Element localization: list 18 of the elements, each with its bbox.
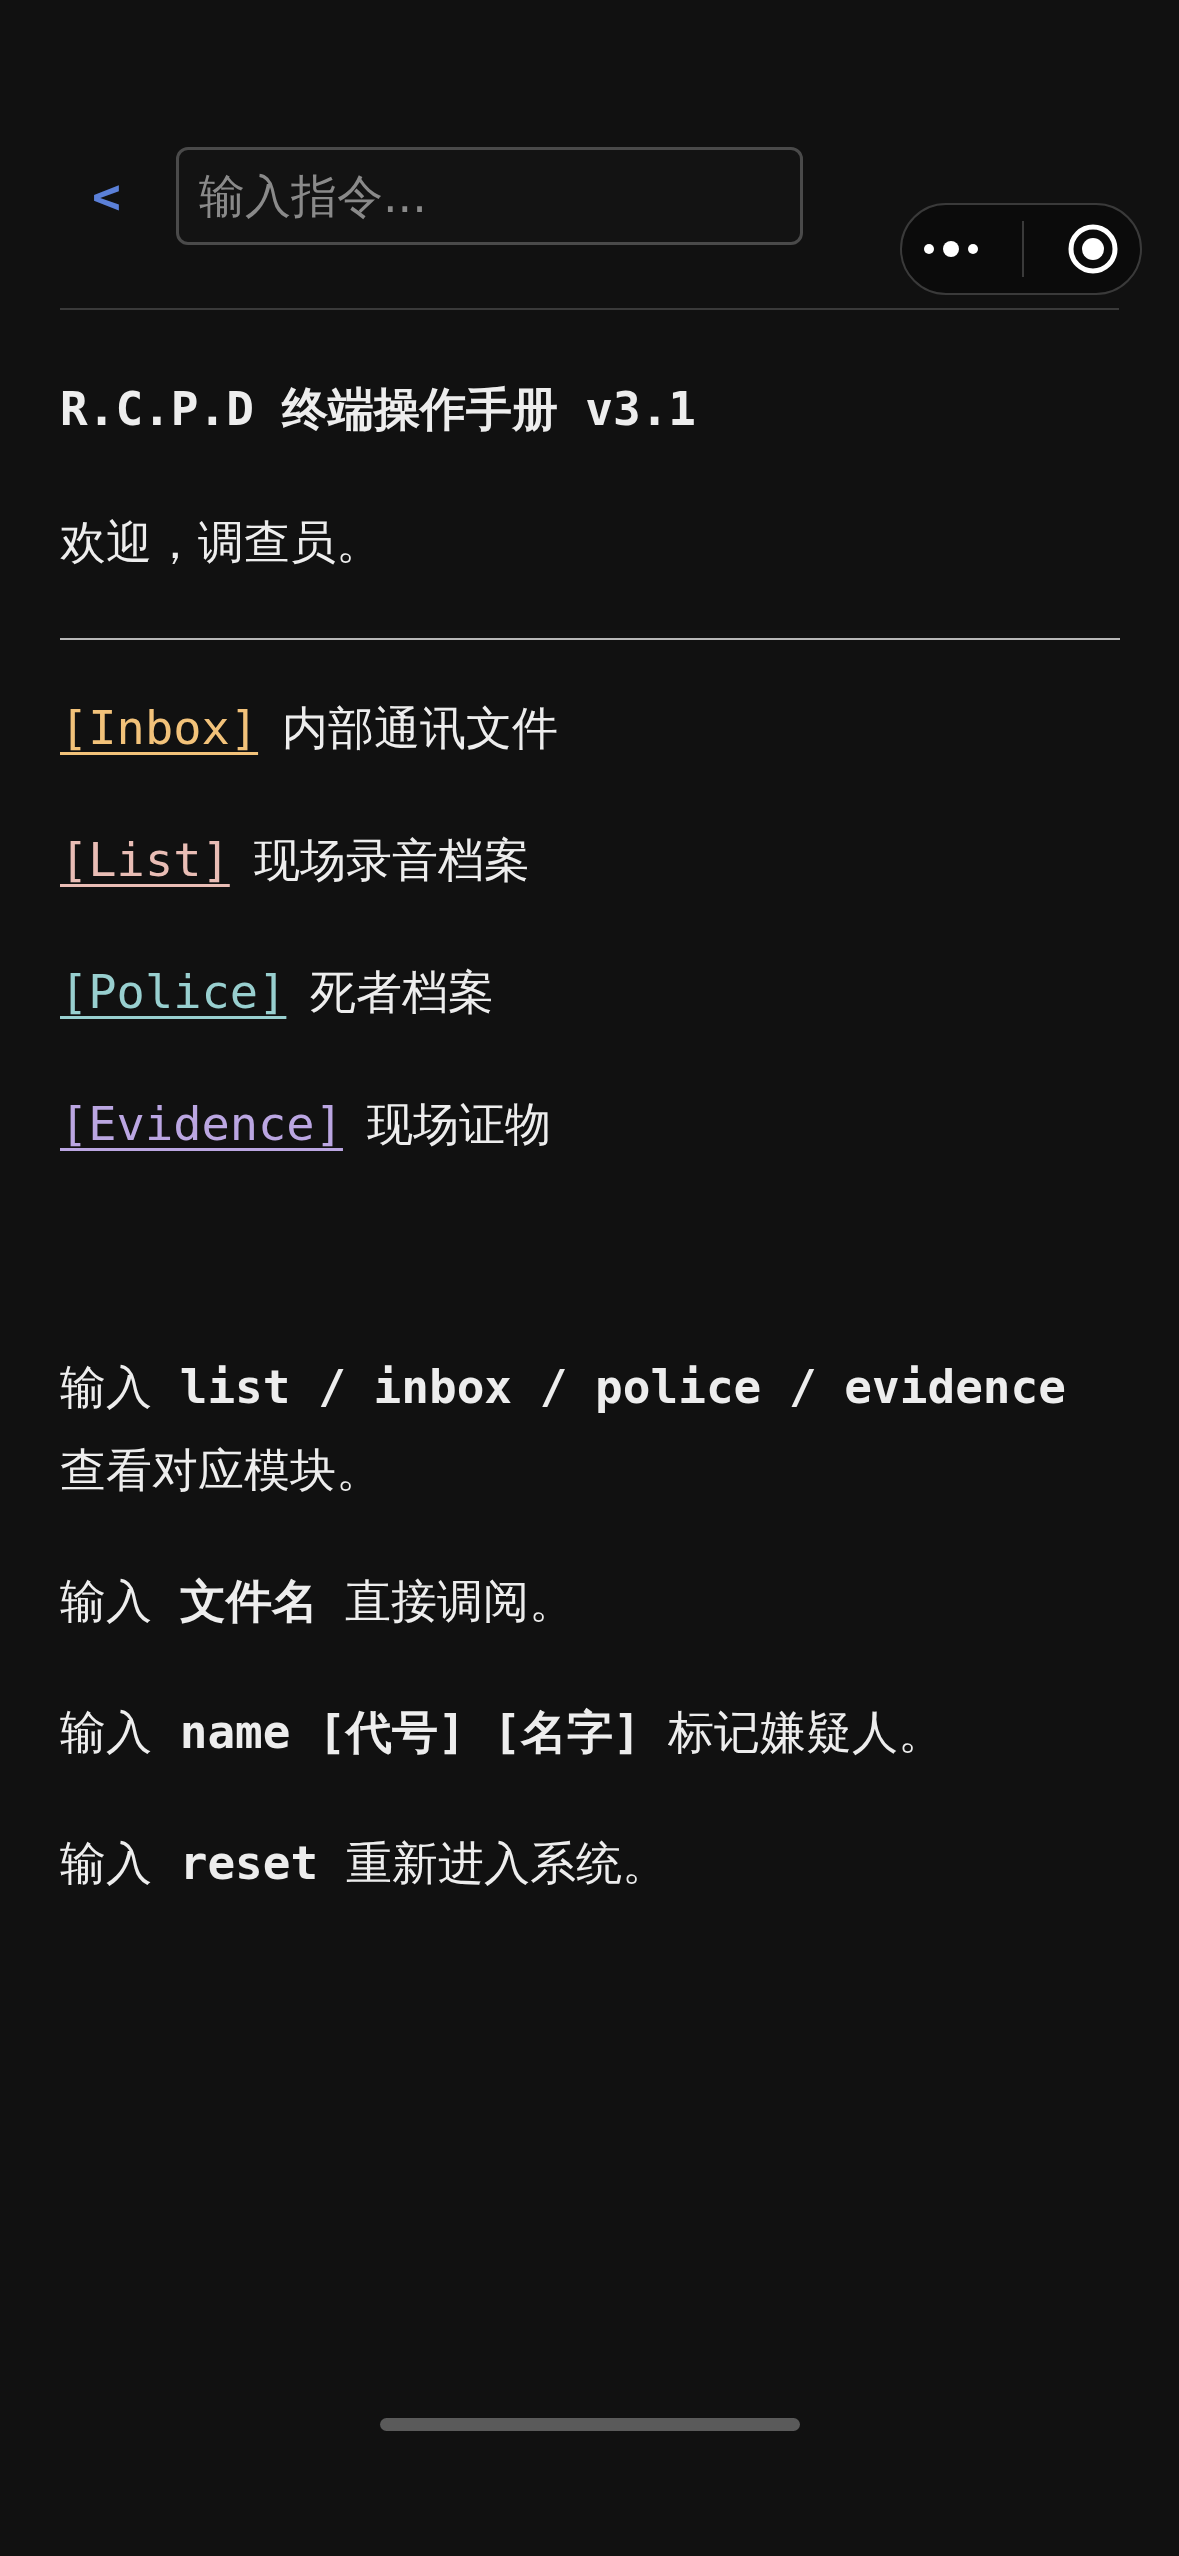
module-link[interactable]: [Inbox] xyxy=(60,696,259,760)
module-link[interactable]: [List] xyxy=(60,828,230,892)
instruction-text: 输入 list / inbox / police / evidence 查看对应模块。 xyxy=(60,1359,1067,1499)
manual-title: R.C.P.D 终端操作手册 v3.1 xyxy=(60,381,698,438)
module-link[interactable]: [Police] xyxy=(60,960,287,1024)
instruction-text: 输入 reset 重新进入系统。 xyxy=(60,1835,669,1892)
module-description: 现场录音档案 xyxy=(253,832,530,889)
greeting-text: 欢迎，调查员。 xyxy=(60,514,383,571)
module-description: 死者档案 xyxy=(310,964,495,1021)
module-description: 内部通讯文件 xyxy=(282,700,559,757)
module-description: 现场证物 xyxy=(366,1096,551,1153)
close-target-icon[interactable] xyxy=(1068,224,1118,274)
more-icon[interactable] xyxy=(924,241,978,257)
instruction-text: 输入 文件名 直接调阅。 xyxy=(60,1573,577,1630)
module-link[interactable]: [Evidence] xyxy=(60,1092,343,1156)
back-button[interactable]: < xyxy=(60,167,176,225)
command-field[interactable]: 输入指令... xyxy=(176,147,803,245)
instruction-text: 输入 name [代号] [名字] 标记嫌疑人。 xyxy=(60,1704,946,1761)
